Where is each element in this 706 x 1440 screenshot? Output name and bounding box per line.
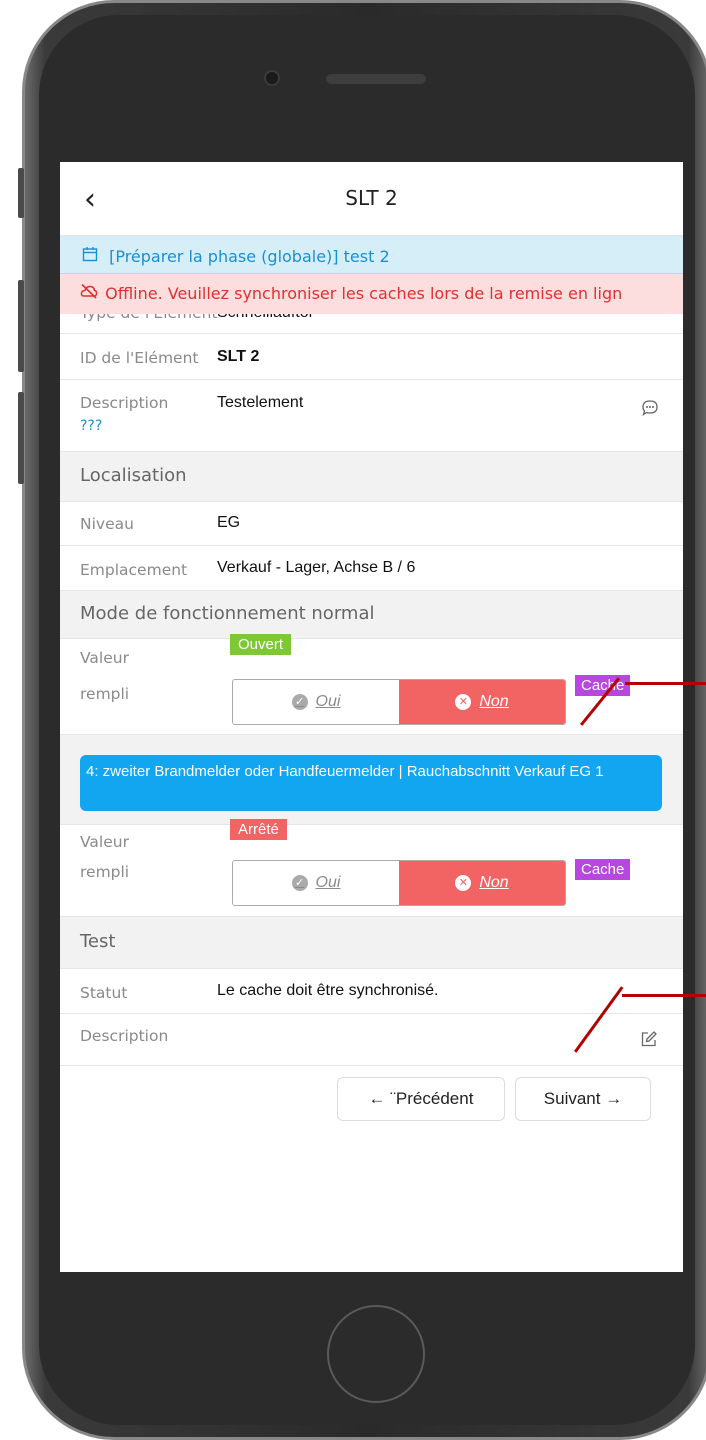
emplacement-label: Emplacement xyxy=(80,561,188,579)
cache-badge: Cache xyxy=(575,675,631,696)
previous-button[interactable]: ← ¨Précédent xyxy=(337,1077,505,1121)
statut-label: Statut xyxy=(80,984,128,1002)
page-title: SLT 2 xyxy=(345,186,398,210)
close-icon: ✕ xyxy=(455,694,472,710)
oui-label: Oui xyxy=(315,874,341,891)
comment-icon[interactable] xyxy=(640,398,660,422)
front-camera xyxy=(264,70,280,86)
rempli-label: rempli xyxy=(80,863,130,881)
element-id-value: SLT 2 xyxy=(217,348,260,365)
home-button[interactable] xyxy=(327,1305,425,1403)
rempli-toggle: ✓ Oui ✕ Non xyxy=(232,679,566,725)
info-banner: 4: zweiter Brandmelder oder Handfeuermel… xyxy=(80,755,662,811)
next-button[interactable]: Suivant → xyxy=(515,1077,651,1121)
element-id-label: ID de l'Elément xyxy=(80,349,199,367)
edit-icon[interactable] xyxy=(640,1030,658,1052)
non-label: Non xyxy=(479,874,509,891)
offline-banner: Offline. Veuillez synchroniser les cache… xyxy=(60,274,683,314)
phase-banner[interactable]: [Préparer la phase (globale)] test 2 xyxy=(60,236,683,274)
volume-up-button xyxy=(18,280,24,372)
test-description-row: Description xyxy=(60,1014,683,1066)
valeur-label: Valeur xyxy=(80,833,129,851)
oui-option[interactable]: ✓ Oui xyxy=(233,861,399,905)
volume-down-button xyxy=(18,392,24,484)
niveau-value: EG xyxy=(217,514,241,531)
emplacement-row: Emplacement Verkauf - Lager, Achse B / 6 xyxy=(60,546,683,591)
status-badge-arrete: Arrêté xyxy=(230,819,287,840)
statut-value: Le cache doit être synchronisé. xyxy=(217,982,439,999)
status-badge-ouvert: Ouvert xyxy=(230,634,292,655)
earpiece-speaker xyxy=(326,74,426,84)
niveau-label: Niveau xyxy=(80,515,134,533)
valeur-label: Valeur xyxy=(80,649,129,667)
nav-bar: ‹ SLT 2 xyxy=(60,162,683,236)
cache-badge: Cache xyxy=(575,859,631,880)
statut-row: Statut Le cache doit être synchronisé. xyxy=(60,969,683,1014)
cloud-offline-icon xyxy=(80,283,100,303)
rempli-toggle: ✓ Oui ✕ Non xyxy=(232,860,566,906)
non-label: Non xyxy=(479,693,509,710)
mode-alarm-rempli-row: rempli ✓ Oui ✕ Non Cache xyxy=(60,857,683,917)
offline-banner-text: Offline. Veuillez synchroniser les cache… xyxy=(105,284,623,303)
element-id-row: ID de l'Elément SLT 2 xyxy=(60,334,683,380)
description-help-link[interactable]: ??? xyxy=(80,418,102,434)
oui-label: Oui xyxy=(315,693,341,710)
section-localisation: Localisation xyxy=(60,452,683,502)
check-icon: ✓ xyxy=(291,694,308,710)
section-test: Test xyxy=(60,917,683,969)
section-mode-normal: Mode de fonctionnement normal xyxy=(60,591,683,639)
oui-option[interactable]: ✓ Oui xyxy=(233,680,399,724)
calendar-icon xyxy=(82,246,104,266)
mode-normal-valeur-row: Valeur Ouvert xyxy=(60,634,683,671)
element-description-row: Description ??? Testelement xyxy=(60,380,683,452)
element-description-label: Description xyxy=(80,394,169,412)
app-screen: ‹ SLT 2 [Préparer la phase (globale)] te… xyxy=(60,162,683,1272)
element-description-value: Testelement xyxy=(217,394,304,411)
mode-normal-rempli-row: rempli ✓ Oui ✕ Non Cache xyxy=(60,671,683,735)
niveau-row: Niveau EG xyxy=(60,502,683,546)
emplacement-value: Verkauf - Lager, Achse B / 6 xyxy=(217,559,416,576)
test-description-label: Description xyxy=(80,1027,169,1045)
close-icon: ✕ xyxy=(455,875,472,891)
rempli-label: rempli xyxy=(80,685,130,703)
mute-switch xyxy=(18,168,24,218)
info-banner-area: 4: zweiter Brandmelder oder Handfeuermel… xyxy=(60,735,683,825)
mode-alarm-valeur-row: Valeur Arrêté xyxy=(60,819,683,857)
non-option[interactable]: ✕ Non xyxy=(399,861,565,905)
check-icon: ✓ xyxy=(291,875,308,891)
non-option[interactable]: ✕ Non xyxy=(399,680,565,724)
annotation-line xyxy=(625,682,706,685)
annotation-line xyxy=(622,994,706,997)
phase-banner-text: [Préparer la phase (globale)] test 2 xyxy=(109,247,390,266)
